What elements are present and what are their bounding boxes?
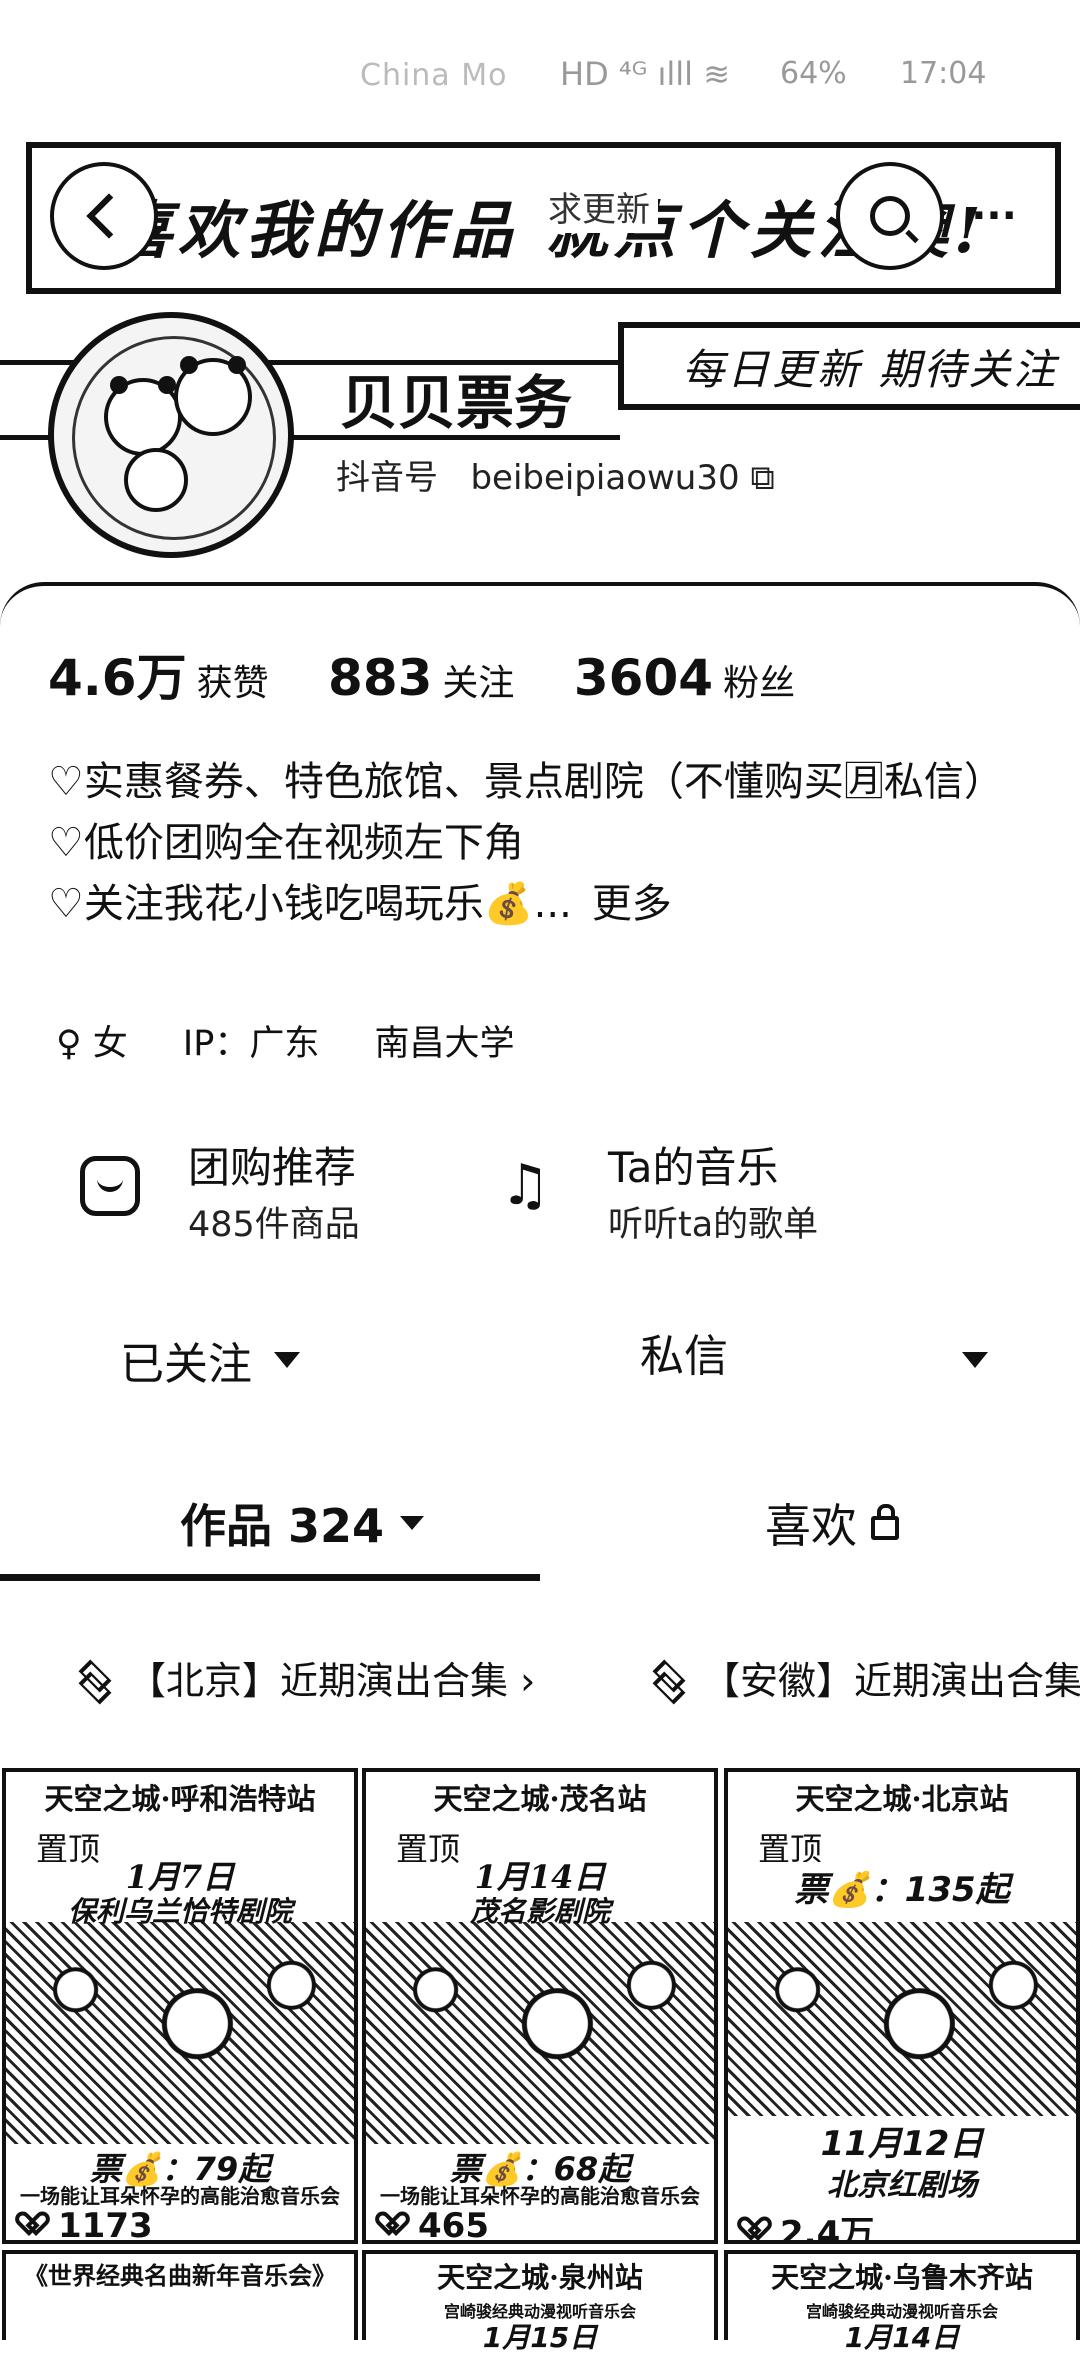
search-icon <box>870 196 910 236</box>
copy-icon[interactable]: ⧉ <box>750 458 774 498</box>
group-buy-count: 485件商品 <box>188 1205 360 1245</box>
bio-line: ♡实惠餐券、特色旅馆、景点剧院（不懂购买🈷私信） <box>48 759 1004 805</box>
music-note-icon: ♫ <box>500 1153 551 1218</box>
shopping-bag-icon <box>80 1156 140 1216</box>
group-buy-title: 团购推荐 <box>188 1143 357 1192</box>
school-tag[interactable]: 南昌大学 <box>374 1024 514 1064</box>
video-thumbnail <box>728 1922 1076 2148</box>
bio-line: ♡低价团购全在视频左下角 <box>48 820 524 866</box>
collection-label: 【北京】近期演出合集 › <box>128 1659 536 1703</box>
profile-info: ♀ 女 IP：广东 南昌大学 <box>56 1015 559 1066</box>
video-tile[interactable]: 天空之城·乌鲁木齐站 宫崎骏经典动漫视听音乐会 1月14日 <box>724 2250 1080 2354</box>
collection-label: 【安徽】近期演出合集 <box>702 1659 1080 1703</box>
active-tab-indicator <box>0 1574 540 1581</box>
video-thumbnail <box>366 1922 714 2148</box>
douyin-id[interactable]: 抖音号 beibeipiaowu30 ⧉ <box>336 450 775 499</box>
video-venue: 北京红剧场 <box>728 2160 1076 2204</box>
back-button[interactable] <box>50 162 158 270</box>
video-tile[interactable]: 天空之城·泉州站 宫崎骏经典动漫视听音乐会 1月15日 <box>362 2250 718 2354</box>
battery-icon: 64% <box>780 56 847 91</box>
video-tile[interactable]: 天空之城·北京站 置顶 票💰：135起 11月12日 北京红剧场 2.4万 <box>724 1768 1080 2244</box>
carrier-name: China Mo <box>360 58 508 93</box>
panda-icon <box>174 356 252 436</box>
ip-location: IP：广东 <box>182 1024 320 1064</box>
stats-row: 4.6万 获赞 883 关注 3604 粉丝 <box>48 638 843 710</box>
bio: ♡实惠餐券、特色旅馆、景点剧院（不懂购买🈷私信） ♡低价团购全在视频左下角 ♡关… <box>48 752 1038 935</box>
avatar[interactable] <box>48 312 294 558</box>
layers-icon <box>650 1661 684 1695</box>
video-city: 天空之城·北京站 <box>795 1782 1009 1816</box>
video-date: 11月12日 <box>728 2116 1076 2165</box>
bio-line: ♡关注我花小钱吃喝玩乐💰... 更多 <box>48 881 672 927</box>
tab-works-label: 作品 324 <box>180 1499 385 1553</box>
nickname: 贝贝票务 <box>340 369 573 437</box>
video-date: 1月14日 <box>844 2321 960 2354</box>
update-request-chip[interactable]: 求更新 <box>540 180 658 233</box>
video-title: 天空之城·泉州站 <box>437 2261 643 2294</box>
bio-more-link[interactable]: 更多 <box>592 881 672 927</box>
video-city: 天空之城·呼和浩特站 <box>44 1782 316 1816</box>
slogan-text: 每日更新 期待关注 <box>682 345 1059 394</box>
douyin-id-value: beibeipiaowu30 <box>470 458 740 498</box>
video-tile[interactable]: 《世界经典名曲新年音乐会》 <box>2 2250 358 2340</box>
gender-tag: ♀ 女 <box>56 1024 128 1064</box>
collection-anhui[interactable]: 【安徽】近期演出合集 <box>650 1650 1080 1705</box>
pinned-badge: 置顶 <box>392 1824 465 1870</box>
layers-icon <box>76 1661 110 1695</box>
stat-following[interactable]: 883 关注 <box>328 649 514 707</box>
video-likes: 2.4万 <box>744 2206 881 2241</box>
heart-icon <box>382 2212 412 2240</box>
tab-likes-label: 喜欢 <box>765 1499 857 1553</box>
tab-works[interactable]: 作品 324 <box>180 1490 425 1556</box>
followed-label: 已关注 <box>120 1339 252 1390</box>
signal-icon: HD ⁴ᴳ ılll ≋ <box>560 55 731 93</box>
search-button[interactable] <box>836 162 944 270</box>
video-venue: 茂名影剧院 <box>469 1895 610 1928</box>
video-price: 票💰：135起 <box>728 1862 1076 1911</box>
video-title: 《世界经典名曲新年音乐会》 <box>24 2261 336 2290</box>
stat-followers[interactable]: 3604 粉丝 <box>574 649 795 707</box>
douyin-id-label: 抖音号 <box>336 458 438 498</box>
pinned-badge: 置顶 <box>32 1824 105 1870</box>
video-slogan: 一场能让耳朵怀孕的高能治愈音乐会 <box>20 2184 340 2208</box>
video-city: 天空之城·茂名站 <box>433 1782 647 1816</box>
heart-icon <box>22 2212 52 2240</box>
music-shortcut[interactable]: ♫ Ta的音乐 听听ta的歌单 <box>500 1130 920 1250</box>
chevron-down-icon <box>400 1516 425 1530</box>
video-tile[interactable]: 天空之城·茂名站 1月14日 茂名影剧院 置顶 票💰：68起 一场能让耳朵怀孕的… <box>362 1768 718 2244</box>
heart-icon <box>744 2217 774 2241</box>
video-tile[interactable]: 天空之城·呼和浩特站 1月7日 保利乌兰恰特剧院 置顶 票💰：79起 一场能让耳… <box>2 1768 358 2244</box>
clock: 17:04 <box>900 56 987 91</box>
video-slogan: 一场能让耳朵怀孕的高能治愈音乐会 <box>380 2184 700 2208</box>
video-title: 天空之城·乌鲁木齐站 <box>771 2261 1033 2294</box>
video-likes: 1173 <box>22 2206 159 2240</box>
video-venue: 保利乌兰恰特剧院 <box>67 1895 292 1928</box>
chevron-down-icon <box>274 1352 300 1368</box>
message-button[interactable]: 私信 <box>640 1320 840 1400</box>
panda-icon <box>104 376 182 456</box>
tab-likes[interactable]: 喜欢 <box>765 1490 899 1556</box>
followed-button[interactable]: 已关注 <box>120 1320 380 1400</box>
music-subtitle: 听听ta的歌单 <box>608 1205 819 1245</box>
more-button[interactable]: ··· <box>940 162 1048 270</box>
more-actions-chevron-icon[interactable] <box>962 1352 988 1368</box>
lock-icon <box>871 1504 899 1540</box>
video-likes: 465 <box>382 2206 495 2240</box>
music-title: Ta的音乐 <box>608 1143 779 1192</box>
chevron-left-icon <box>86 193 132 239</box>
video-thumbnail <box>6 1922 354 2148</box>
video-date: 1月15日 <box>482 2321 598 2354</box>
stat-likes[interactable]: 4.6万 获赞 <box>48 649 269 707</box>
panda-icon <box>124 448 188 512</box>
status-bar: China Mo HD ⁴ᴳ ılll ≋ 64% 17:04 <box>0 0 1080 150</box>
collection-beijing[interactable]: 【北京】近期演出合集 › <box>76 1650 535 1705</box>
group-buy-shortcut[interactable]: 团购推荐 485件商品 <box>80 1130 460 1250</box>
